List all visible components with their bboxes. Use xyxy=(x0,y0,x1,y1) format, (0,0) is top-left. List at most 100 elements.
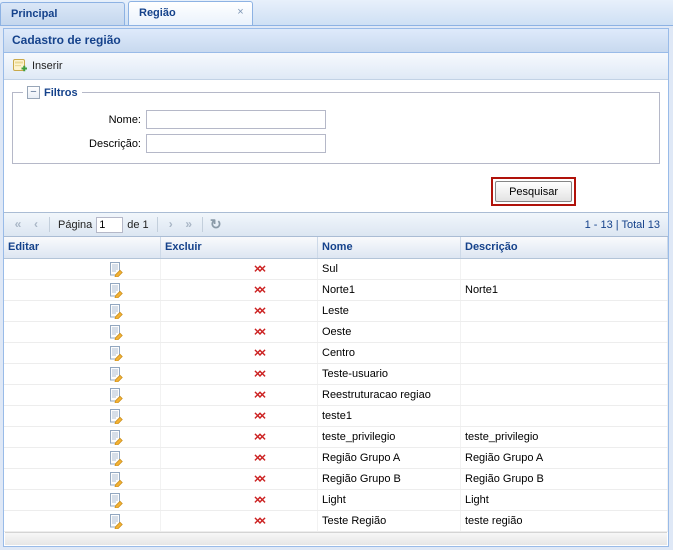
column-header-excluir[interactable]: Excluir xyxy=(161,237,318,258)
filters-fieldset: − Filtros Nome: Descrição: xyxy=(12,86,660,164)
column-header-descricao[interactable]: Descrição xyxy=(461,237,668,258)
delete-icon[interactable]: ×× xyxy=(254,409,266,423)
edit-icon[interactable] xyxy=(109,409,123,424)
delete-icon[interactable]: ×× xyxy=(254,388,266,402)
delete-icon[interactable]: ×× xyxy=(254,430,266,444)
cell-descricao xyxy=(461,343,668,363)
cell-nome: Centro xyxy=(318,343,461,363)
edit-icon[interactable] xyxy=(109,367,123,382)
delete-icon[interactable]: ×× xyxy=(254,346,266,360)
delete-icon[interactable]: ×× xyxy=(254,283,266,297)
edit-cell xyxy=(4,280,161,300)
delete-cell: ×× xyxy=(161,322,318,342)
cell-nome: teste1 xyxy=(318,406,461,426)
edit-icon[interactable] xyxy=(109,514,123,529)
page-title: Cadastro de região xyxy=(4,29,668,53)
delete-cell: ×× xyxy=(161,385,318,405)
edit-icon[interactable] xyxy=(109,430,123,445)
table-row: ×× Norte1 Norte1 xyxy=(4,280,668,301)
delete-icon[interactable]: ×× xyxy=(254,367,266,381)
cell-nome: teste_privilegio xyxy=(318,427,461,447)
delete-icon[interactable]: ×× xyxy=(254,304,266,318)
page-input[interactable] xyxy=(96,217,123,233)
edit-cell xyxy=(4,511,161,531)
application: Principal Região × Cadastro de região In xyxy=(0,0,673,550)
table-row: ×× Região Grupo B Região Grupo B xyxy=(4,469,668,490)
edit-icon[interactable] xyxy=(109,262,123,277)
table-row: ×× teste_privilegio teste_privilegio xyxy=(4,427,668,448)
search-row: Pesquisar xyxy=(4,164,668,212)
delete-cell: ×× xyxy=(161,490,318,510)
pesquisar-button[interactable]: Pesquisar xyxy=(495,181,572,202)
nome-input[interactable] xyxy=(146,110,326,129)
column-header-nome[interactable]: Nome xyxy=(318,237,461,258)
delete-cell: ×× xyxy=(161,343,318,363)
delete-icon[interactable]: ×× xyxy=(254,262,266,276)
cell-nome: Norte1 xyxy=(318,280,461,300)
toolbar-separator xyxy=(49,217,50,232)
cell-nome: Oeste xyxy=(318,322,461,342)
filters-legend: − Filtros xyxy=(23,86,82,99)
tab-regiao-label: Região xyxy=(139,7,176,19)
delete-icon[interactable]: ×× xyxy=(254,472,266,486)
cell-nome: Teste-usuario xyxy=(318,364,461,384)
page-count-label: de 1 xyxy=(127,219,148,231)
table-row: ×× Teste Região teste região xyxy=(4,511,668,532)
cell-nome: Teste Região xyxy=(318,511,461,531)
edit-icon[interactable] xyxy=(109,472,123,487)
grid-header: Editar Excluir Nome Descrição xyxy=(4,237,668,259)
edit-icon[interactable] xyxy=(109,304,123,319)
cell-descricao xyxy=(461,385,668,405)
record-count-summary: 1 - 13 | Total 13 xyxy=(585,219,663,231)
delete-cell: ×× xyxy=(161,301,318,321)
cell-nome: Leste xyxy=(318,301,461,321)
delete-cell: ×× xyxy=(161,469,318,489)
delete-icon[interactable]: ×× xyxy=(254,325,266,339)
tab-principal[interactable]: Principal xyxy=(0,2,125,25)
prev-page-icon[interactable]: ‹ xyxy=(27,216,45,234)
cell-descricao: Norte1 xyxy=(461,280,668,300)
descricao-input[interactable] xyxy=(146,134,326,153)
last-page-icon[interactable]: » xyxy=(180,216,198,234)
annotation-highlight: Pesquisar xyxy=(491,177,576,206)
nome-label: Nome: xyxy=(21,114,146,126)
delete-icon[interactable]: ×× xyxy=(254,493,266,507)
delete-cell: ×× xyxy=(161,406,318,426)
delete-cell: ×× xyxy=(161,259,318,279)
cell-descricao: Região Grupo B xyxy=(461,469,668,489)
tab-bar: Principal Região × xyxy=(0,0,673,26)
column-header-editar[interactable]: Editar xyxy=(4,237,161,258)
edit-icon[interactable] xyxy=(109,451,123,466)
cell-descricao xyxy=(461,364,668,384)
first-page-icon[interactable]: « xyxy=(9,216,27,234)
edit-cell xyxy=(4,490,161,510)
cell-nome: Sul xyxy=(318,259,461,279)
refresh-icon[interactable]: ↻ xyxy=(207,216,225,234)
delete-icon[interactable]: ×× xyxy=(254,514,266,528)
horizontal-scrollbar[interactable] xyxy=(5,532,667,545)
delete-cell: ×× xyxy=(161,364,318,384)
edit-icon[interactable] xyxy=(109,493,123,508)
next-page-icon[interactable]: › xyxy=(162,216,180,234)
edit-cell xyxy=(4,427,161,447)
edit-cell xyxy=(4,301,161,321)
toolbar: Inserir xyxy=(4,53,668,80)
cell-descricao: teste região xyxy=(461,511,668,531)
collapse-toggle-icon[interactable]: − xyxy=(27,86,40,99)
cell-nome: Região Grupo A xyxy=(318,448,461,468)
descricao-form-row: Descrição: xyxy=(21,134,651,153)
tab-close-icon[interactable]: × xyxy=(234,6,247,19)
descricao-label: Descrição: xyxy=(21,138,146,150)
tab-regiao[interactable]: Região × xyxy=(128,1,253,25)
edit-icon[interactable] xyxy=(109,283,123,298)
edit-icon[interactable] xyxy=(109,346,123,361)
content-area: − Filtros Nome: Descrição: xyxy=(4,80,668,164)
insert-button[interactable]: Inserir xyxy=(7,54,71,79)
cell-descricao xyxy=(461,301,668,321)
tab-principal-label: Principal xyxy=(11,8,57,20)
edit-icon[interactable] xyxy=(109,388,123,403)
edit-icon[interactable] xyxy=(109,325,123,340)
insert-icon xyxy=(13,58,28,75)
delete-icon[interactable]: ×× xyxy=(254,451,266,465)
cell-nome: Reestruturacao regiao xyxy=(318,385,461,405)
